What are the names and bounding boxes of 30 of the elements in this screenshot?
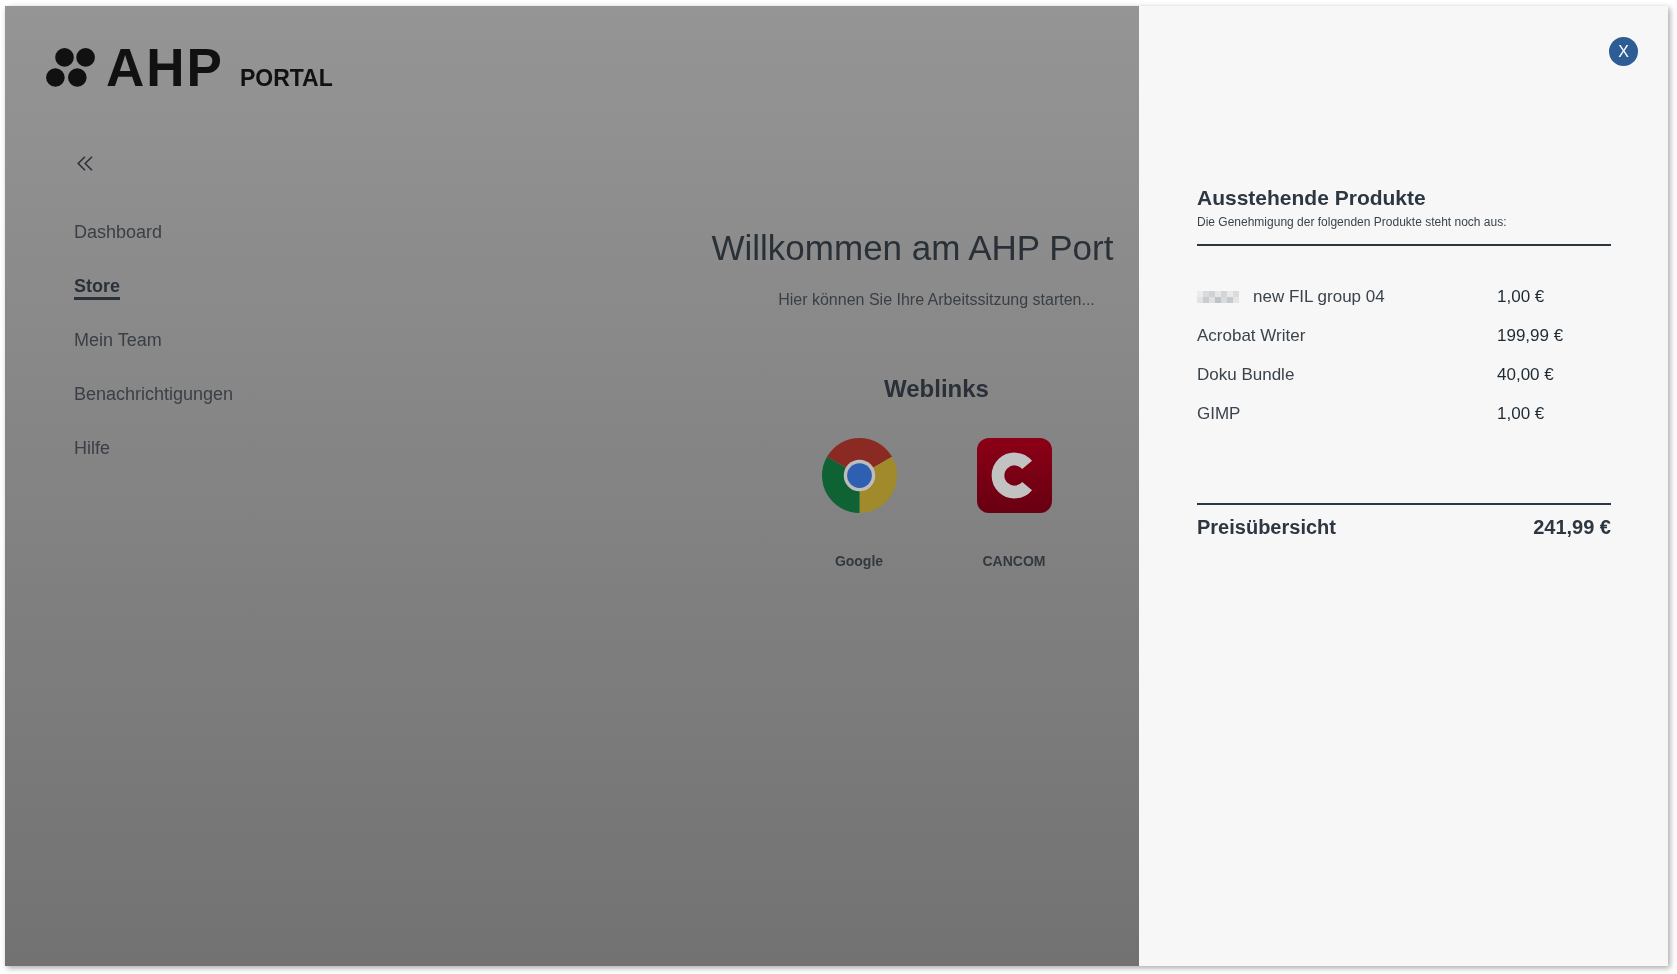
nav-link[interactable]: Hilfe bbox=[74, 437, 110, 459]
tricolor-circle-logo-icon bbox=[821, 438, 897, 513]
product-price: 199,99 € bbox=[1497, 325, 1565, 346]
price-summary-label: Preisübersicht bbox=[1197, 515, 1336, 539]
nav-link[interactable]: Mein Team bbox=[74, 329, 162, 351]
weblinks-heading: Weblinks bbox=[884, 374, 989, 404]
product-name: GIMP bbox=[1197, 403, 1241, 424]
collapse-sidebar-button[interactable] bbox=[77, 156, 93, 171]
weblink[interactable]: CANCOM bbox=[976, 438, 1052, 570]
four-dots-logo-icon bbox=[46, 48, 95, 87]
logo-wordmark: AHP bbox=[106, 48, 224, 87]
drawer-title: Ausstehende Produkte bbox=[1197, 185, 1427, 211]
drawer-subtitle: Die Genehmigung der folgenden Produkte steht noch aus: bbox=[1197, 214, 1508, 230]
nav-link[interactable]: Store bbox=[74, 275, 120, 300]
product-name: Doku Bundle bbox=[1197, 364, 1295, 385]
letter-c-logo-icon bbox=[976, 438, 1052, 513]
double-chevron-left-icon bbox=[77, 156, 93, 171]
logo-suffix: PORTAL bbox=[239, 69, 333, 87]
product-name: Acrobat Writer bbox=[1197, 325, 1306, 346]
welcome-heading: Willkommen am AHP Port bbox=[711, 227, 1114, 269]
nav-link[interactable]: Dashboard bbox=[74, 221, 163, 243]
product-price: 1,00 € bbox=[1497, 286, 1546, 307]
product-price: 40,00 € bbox=[1497, 364, 1555, 385]
nav-link[interactable]: Benachrichtigungen bbox=[74, 383, 234, 405]
welcome-subtitle: Hier können Sie Ihre Arbeitssitzung starten... bbox=[778, 290, 1095, 310]
total-price: 241,99 € bbox=[1533, 515, 1611, 539]
weblink[interactable]: Google bbox=[821, 438, 897, 570]
close-button[interactable]: X bbox=[1609, 37, 1638, 66]
product-name: new FIL group 04 bbox=[1253, 286, 1385, 307]
product-price: 1,00 € bbox=[1497, 403, 1546, 424]
